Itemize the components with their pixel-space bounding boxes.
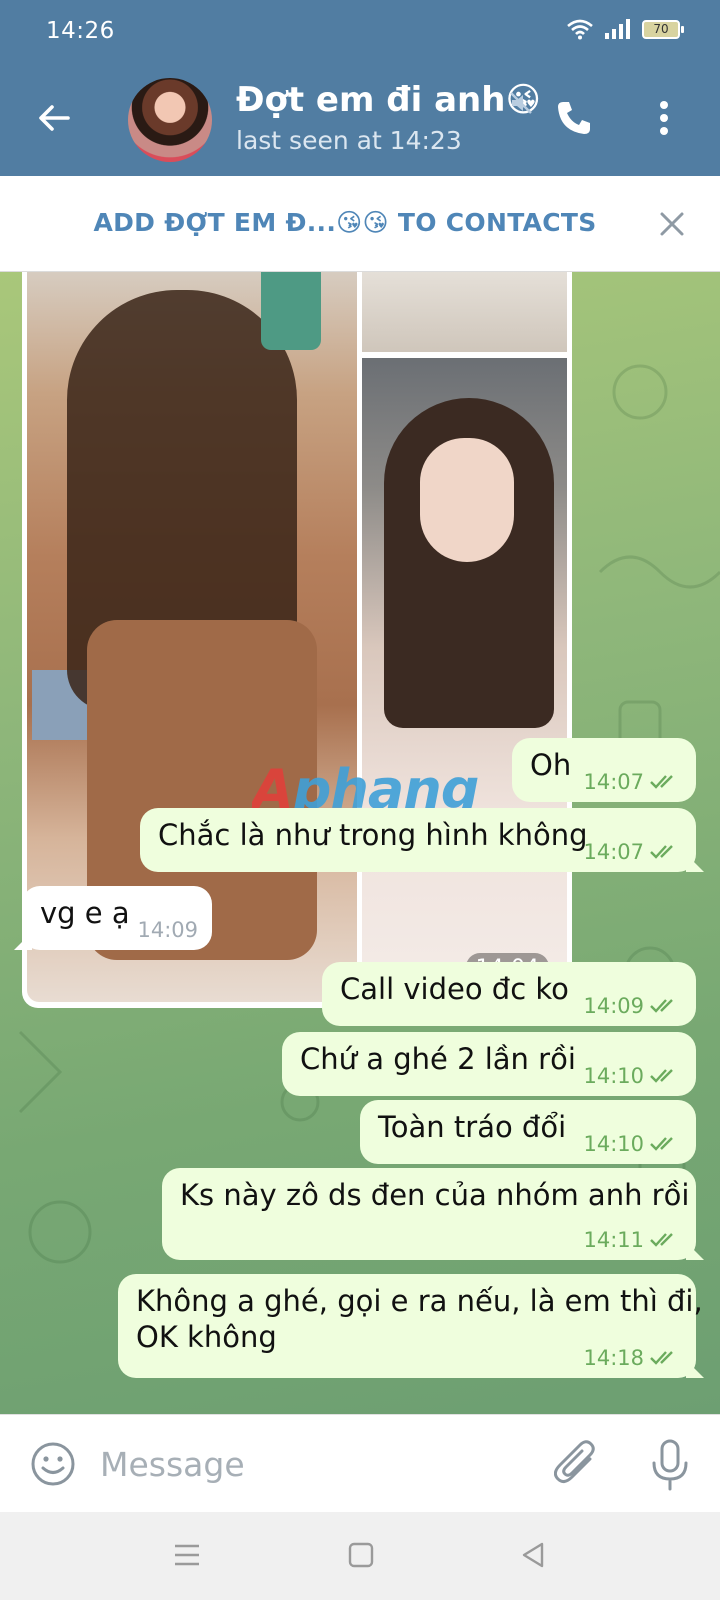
message-time: 14:09	[583, 994, 644, 1018]
message-input-bar	[0, 1414, 720, 1512]
message-meta: 14:07	[583, 840, 682, 864]
back-arrow-icon[interactable]	[34, 98, 74, 138]
double-check-icon	[650, 845, 673, 859]
message-outgoing[interactable]: Chứ a ghé 2 lần rồi 14:10	[282, 1032, 696, 1096]
message-time: 14:07	[583, 770, 644, 794]
message-time: 14:10	[583, 1064, 644, 1088]
album-photo-2[interactable]	[362, 272, 567, 352]
status-time: 14:26	[46, 18, 115, 44]
chat-header: 14:26 70 Đợt em đi anh😘 last seen at 14:…	[0, 0, 720, 176]
message-meta: 14:18	[583, 1346, 682, 1370]
message-meta: 14:09	[583, 994, 682, 1018]
message-text-line: Không a ghé, gọi e ra nếu, là em thì đi,	[136, 1284, 703, 1318]
message-outgoing[interactable]: Toàn tráo đổi 14:10	[360, 1100, 696, 1164]
message-outgoing[interactable]: Chắc là như trong hình không 14:07	[140, 808, 704, 872]
menu-icon[interactable]	[172, 1540, 202, 1570]
attach-icon[interactable]	[554, 1439, 598, 1489]
message-text: Oh	[530, 748, 572, 782]
message-text: vg e ạ	[40, 896, 130, 930]
message-text: Toàn tráo đổi	[378, 1110, 567, 1144]
close-icon[interactable]	[658, 210, 686, 238]
double-check-icon	[650, 775, 673, 789]
message-meta: 14:11	[583, 1228, 682, 1252]
double-check-icon	[650, 1069, 673, 1083]
double-check-icon	[650, 1137, 673, 1151]
add-contact-bar: ADD ĐỢT EM Đ...😘😘 TO CONTACTS	[0, 176, 720, 272]
album-photo-3[interactable]: 14:04	[362, 358, 567, 1002]
emoji-icon[interactable]	[30, 1441, 76, 1487]
message-meta: 14:10	[583, 1132, 682, 1156]
double-check-icon	[650, 999, 673, 1013]
message-time: 14:18	[583, 1346, 644, 1370]
phone-call-icon[interactable]	[554, 98, 594, 138]
message-outgoing[interactable]: Call video đc ko 14:09	[322, 962, 696, 1026]
message-time: 14:07	[583, 840, 644, 864]
message-text: Ks này zô ds đen của nhóm anh rồi	[180, 1178, 690, 1212]
last-seen-status: last seen at 14:23	[236, 126, 462, 155]
double-check-icon	[650, 1233, 673, 1247]
add-to-contacts-button[interactable]: ADD ĐỢT EM Đ...😘😘 TO CONTACTS	[0, 208, 690, 237]
avatar[interactable]	[128, 78, 212, 162]
double-check-icon	[650, 1351, 673, 1365]
message-text: Chắc là như trong hình không	[158, 818, 588, 852]
message-time: 14:09	[137, 918, 198, 942]
chat-area[interactable]: 14:04 Aphang Oh 14:07 Chắc là như trong …	[0, 272, 720, 1414]
message-meta: 14:10	[583, 1064, 682, 1088]
back-nav-icon[interactable]	[518, 1540, 548, 1570]
message-time: 14:11	[583, 1228, 644, 1252]
wifi-icon	[567, 19, 593, 40]
message-meta: 14:09	[137, 918, 198, 942]
more-options-icon[interactable]	[658, 100, 670, 136]
system-navigation-bar	[0, 1512, 720, 1600]
message-text: Chứ a ghé 2 lần rồi	[300, 1042, 576, 1076]
chat-title[interactable]: Đợt em đi anh😘	[236, 80, 541, 120]
message-meta: 14:07	[583, 770, 682, 794]
status-icons: 70	[566, 18, 684, 40]
home-icon[interactable]	[346, 1540, 376, 1570]
message-outgoing[interactable]: Không a ghé, gọi e ra nếu, là em thì đi,…	[118, 1274, 704, 1378]
battery-icon: 70	[642, 19, 684, 39]
message-incoming[interactable]: vg e ạ 14:09	[14, 886, 212, 950]
message-outgoing[interactable]: Oh 14:07	[512, 738, 696, 802]
message-time: 14:10	[583, 1132, 644, 1156]
message-text: Call video đc ko	[340, 972, 569, 1006]
muted-icon	[510, 92, 532, 114]
signal-icon	[605, 19, 630, 39]
message-outgoing[interactable]: Ks này zô ds đen của nhóm anh rồi 14:11	[162, 1168, 704, 1260]
microphone-icon[interactable]	[650, 1439, 690, 1491]
message-input[interactable]	[100, 1439, 520, 1489]
